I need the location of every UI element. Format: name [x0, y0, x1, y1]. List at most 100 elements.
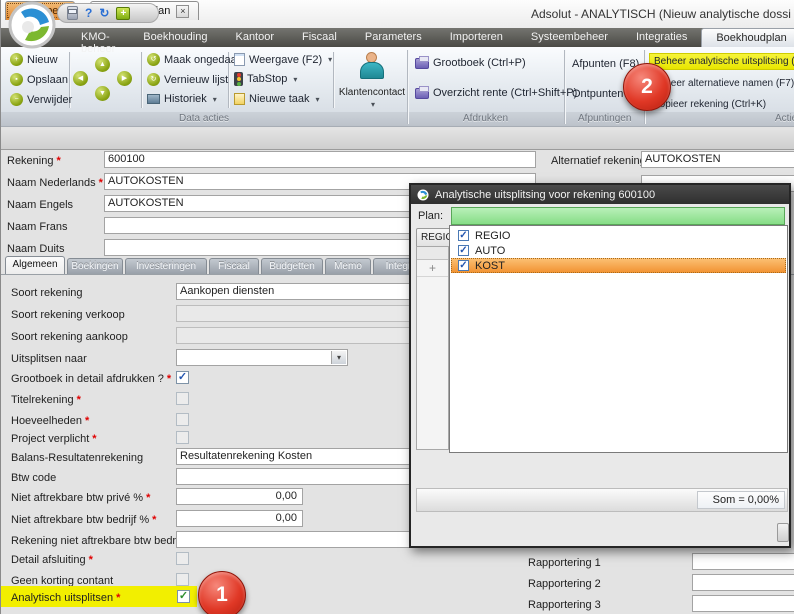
manage-analytic-split-button[interactable]: Beheer analytische uitsplitsing (F6) — [649, 53, 794, 70]
btw-prive-field[interactable]: 0,00 — [176, 488, 303, 505]
quick-access-toolbar: ? ↻ + — [57, 3, 159, 23]
rapportering-3-field[interactable] — [692, 595, 794, 612]
field-label-naam-duits: Naam Duits — [7, 243, 64, 255]
match-button[interactable]: Afpunten (F8) — [572, 58, 639, 70]
close-icon[interactable]: × — [176, 5, 189, 18]
undo-button[interactable]: ↺ Maak ongedaan — [147, 53, 243, 66]
plan-dropdown-list: ✓ REGIO ✓ AUTO ✓ KOST — [449, 225, 788, 453]
tab-memo[interactable]: Memo — [325, 258, 371, 274]
check-icon: ✓ — [179, 590, 188, 602]
help-icon[interactable]: ? — [85, 7, 92, 19]
view-button[interactable]: Weergave (F2) ▾ — [234, 53, 332, 66]
printer-icon — [415, 58, 429, 69]
tab-boekingen[interactable]: Boekingen — [67, 258, 123, 274]
group-label-acties: Acties — [775, 113, 794, 124]
tab-fiscaal[interactable]: Fiscaal — [209, 258, 259, 274]
checkbox-checked-icon[interactable]: ✓ — [458, 230, 469, 241]
plan-combo[interactable] — [451, 207, 785, 225]
print-interest-button[interactable]: Overzicht rente (Ctrl+Shift+P) — [415, 87, 577, 99]
grootboek-detail-checkbox[interactable]: ✓ — [176, 371, 189, 384]
rekening-field[interactable]: 600100 — [104, 151, 536, 168]
tab-budgetten[interactable]: Budgetten — [261, 258, 323, 274]
ribbon-tab-systeembeheer[interactable]: Systeembeheer — [517, 28, 622, 47]
required-asterisk: * — [77, 394, 81, 406]
chevron-down-icon: ▾ — [316, 95, 320, 104]
sync-icon[interactable]: ↻ — [99, 7, 109, 19]
new-task-icon — [234, 93, 245, 105]
ribbon-group-separator — [407, 50, 408, 124]
dialog-title: Analytische uitsplitsing voor rekening 6… — [435, 189, 655, 201]
printer-icon — [415, 88, 429, 99]
new-task-button[interactable]: Nieuwe taak ▾ — [234, 93, 320, 105]
checkbox-checked-icon[interactable]: ✓ — [458, 245, 469, 256]
dialog-tab-regio[interactable]: REGIO — [416, 228, 451, 246]
customer-contact-icon — [357, 52, 387, 80]
app-logo[interactable] — [7, 1, 57, 49]
ribbon-tab-integraties[interactable]: Integraties — [622, 28, 701, 47]
refresh-list-button[interactable]: ↻ Vernieuw lijst — [147, 73, 228, 86]
ribbon-tab-boekhouding[interactable]: Boekhouding — [129, 28, 221, 47]
grid-new-row-indicator: + — [417, 260, 448, 277]
field-label-soort-rekening: Soort rekening — [11, 287, 83, 299]
annotation-badge-2: 2 — [623, 63, 671, 111]
copy-account-button[interactable]: Kopieer rekening (Ctrl+K) — [649, 96, 794, 112]
view-icon — [234, 53, 245, 66]
titelrekening-checkbox[interactable] — [176, 392, 189, 405]
plan-option-kost[interactable]: ✓ KOST — [451, 258, 786, 273]
analytisch-uitsplitsen-checkbox[interactable]: ✓ — [177, 590, 190, 603]
chevron-down-icon[interactable]: ▾ — [331, 351, 346, 364]
plan-option-regio[interactable]: ✓ REGIO — [451, 228, 786, 243]
check-icon: ✓ — [178, 371, 187, 383]
tab-investeringen[interactable]: Investeringen — [125, 258, 207, 274]
print-ledger-button[interactable]: Grootboek (Ctrl+P) — [415, 57, 526, 69]
detail-afsluiting-checkbox[interactable] — [176, 552, 189, 565]
history-button[interactable]: Historiek ▾ — [147, 93, 217, 105]
save-icon: ▪ — [10, 73, 23, 86]
field-label-project-verplicht: Project verplicht* — [11, 433, 97, 445]
rapportering-2-field[interactable] — [692, 574, 794, 591]
dialog-statusbar: Som = 0,00% — [416, 488, 788, 512]
nav-up-button[interactable]: ▲ — [95, 57, 110, 72]
field-label-uitsplitsen-naar: Uitsplitsen naar — [11, 353, 87, 365]
plan-option-auto[interactable]: ✓ AUTO — [451, 243, 786, 258]
ribbon-tab-kantoor[interactable]: Kantoor — [221, 28, 288, 47]
application-window: Adsolut - ANALYTISCH (Nieuw analytische … — [0, 0, 794, 614]
nav-prev-button[interactable]: ◀ — [73, 71, 88, 86]
field-label-balans-resultatenrekening: Balans-Resultatenrekening — [11, 452, 143, 464]
ribbon-tab-parameters[interactable]: Parameters — [351, 28, 436, 47]
history-icon — [147, 94, 160, 104]
delete-button[interactable]: − Verwijder — [10, 93, 72, 106]
project-verplicht-checkbox[interactable] — [176, 431, 189, 444]
dialog-button-partial[interactable] — [777, 523, 789, 542]
nav-down-button[interactable]: ▼ — [95, 86, 110, 101]
field-label-naam-engels: Naam Engels — [7, 199, 73, 211]
alternatief-rekening-field[interactable]: AUTOKOSTEN — [641, 151, 794, 168]
rapportering-1-field[interactable] — [692, 553, 794, 570]
geen-korting-checkbox[interactable] — [176, 573, 189, 586]
uitsplitsen-naar-combo[interactable]: ▾ — [176, 349, 348, 366]
field-label-alternatief-rekening: Alternatief rekening — [551, 155, 646, 167]
ribbon-tab-kmo-beheer[interactable]: KMO-beheer — [67, 28, 129, 47]
required-asterisk: * — [167, 373, 171, 385]
dialog-titlebar[interactable]: Analytische uitsplitsing voor rekening 6… — [411, 185, 789, 204]
checkbox-checked-icon[interactable]: ✓ — [458, 260, 469, 271]
hoeveelheden-checkbox[interactable] — [176, 413, 189, 426]
required-asterisk: * — [89, 554, 93, 566]
new-button[interactable]: + Nieuw — [10, 53, 58, 66]
field-label-naam-frans: Naam Frans — [7, 221, 68, 233]
field-label-rapportering-3: Rapportering 3 — [528, 599, 601, 611]
ribbon-tab-importeren[interactable]: Importeren — [436, 28, 517, 47]
tabstop-button[interactable]: TabStop ▾ — [234, 72, 297, 86]
nav-next-button[interactable]: ▶ — [117, 71, 132, 86]
required-asterisk: * — [56, 155, 60, 167]
calculator-icon[interactable] — [67, 6, 78, 20]
tab-algemeen[interactable]: Algemeen — [5, 256, 65, 274]
save-button[interactable]: ▪ Opslaan — [10, 73, 68, 86]
ribbon-tab-fiscaal[interactable]: Fiscaal — [288, 28, 351, 47]
btw-bedrijf-field[interactable]: 0,00 — [176, 510, 303, 527]
customer-contact-button[interactable]: Klantencontact ▾ — [337, 51, 407, 109]
document-tabstrip — [1, 130, 794, 150]
add-icon[interactable]: + — [116, 7, 130, 20]
ribbon-group-strip — [1, 112, 794, 127]
ribbon-tab-boekhoudplan[interactable]: Boekhoudplan — [701, 28, 794, 47]
